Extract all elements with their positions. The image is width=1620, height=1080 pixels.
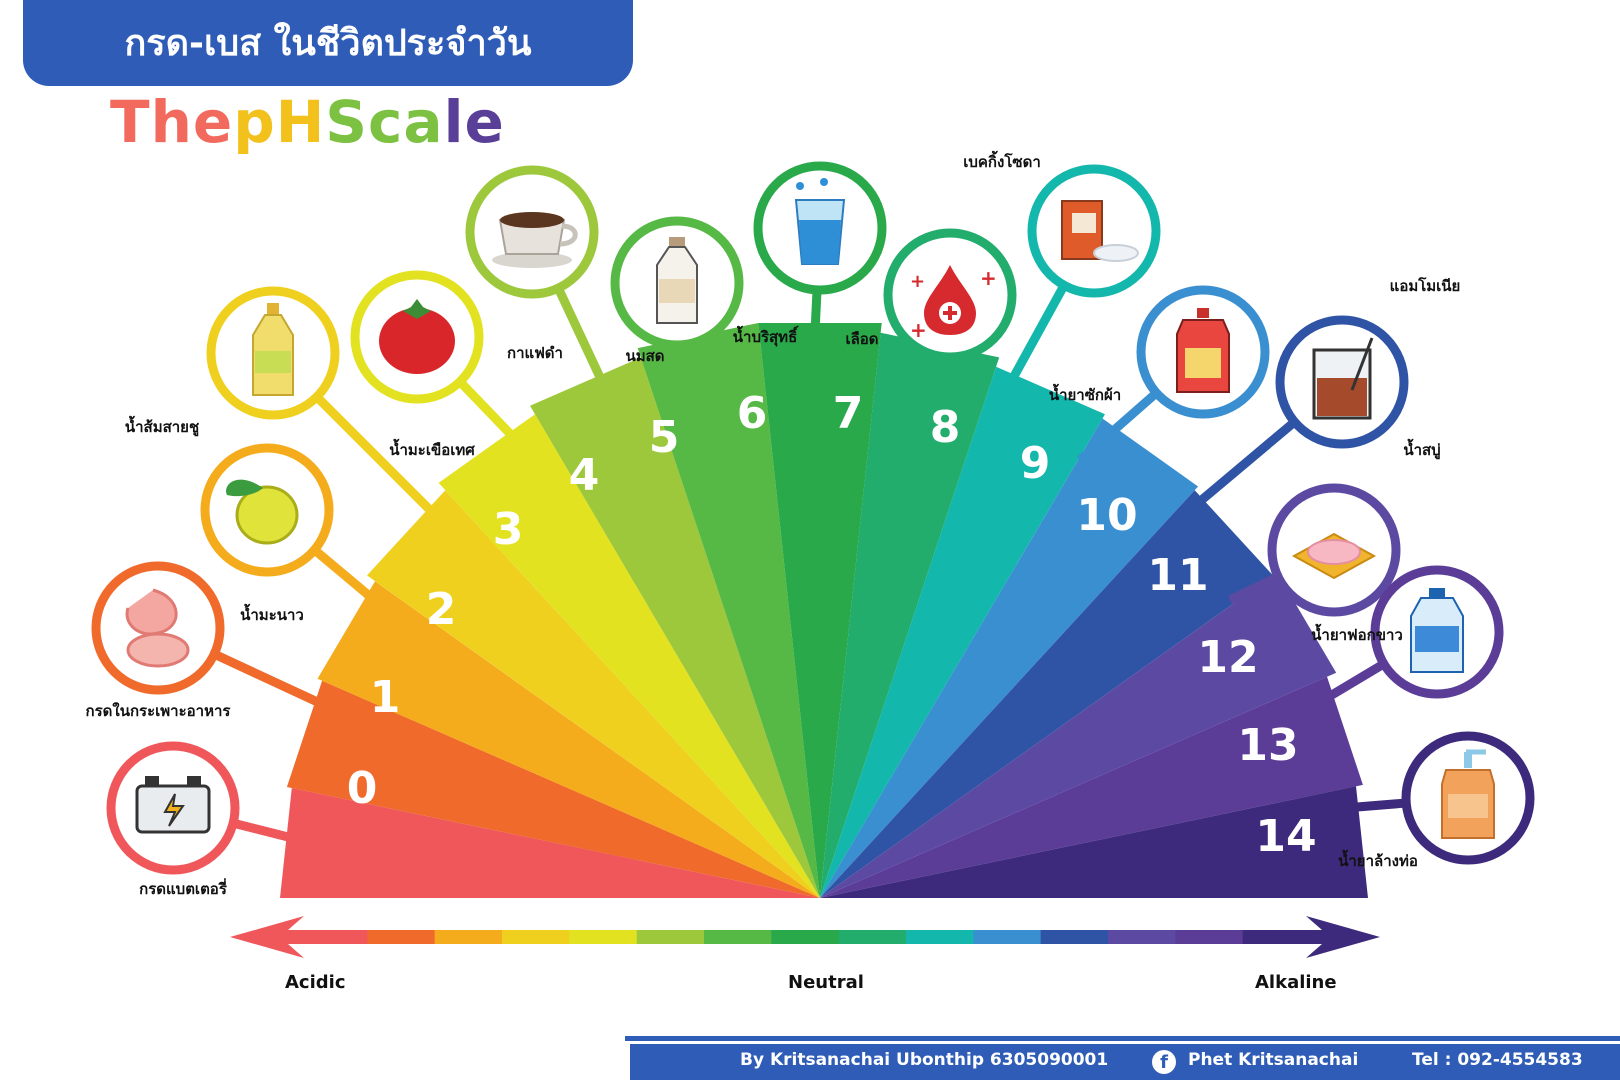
axis-segment-7 (771, 930, 840, 944)
ph-item-8: + + + (883, 228, 1017, 362)
acidic-label: Acidic (285, 972, 346, 993)
axis-segment-4 (569, 930, 638, 944)
item-label-4: น้ำมะเขือเทศ (389, 438, 475, 459)
ph-item-2 (200, 443, 334, 577)
neutral-label: Neutral (788, 972, 864, 993)
item-label-7: น้ำบริสุทธิ์ (733, 325, 799, 347)
svg-text:+: + (910, 271, 925, 292)
axis-segment-0 (300, 930, 368, 944)
ph-number-1: 1 (370, 672, 401, 723)
ph-fan-diagram: 012345 6 7 891011121314+ ++กรดแบตเตอรี่กรดใน… (0, 150, 1620, 958)
axis-segment-8 (838, 930, 907, 944)
item-label-1: กรดในกระเพาะอาหาร (86, 702, 232, 720)
ph-number-13: 13 (1237, 720, 1298, 771)
item-label-9: เบคกิ้งโซดา (963, 150, 1041, 171)
axis-segment-3 (502, 930, 570, 944)
ph-item-7 (753, 161, 887, 295)
ph-scale-infographic: กรด-เบส ในชีวิตประจำวัน The pH Scale 012… (0, 0, 1620, 1080)
bleach-bottle-icon (1410, 588, 1464, 673)
ph-item-11 (1275, 315, 1409, 449)
ph-number-7: 7 (833, 388, 864, 439)
ph-number-12: 12 (1197, 632, 1258, 683)
axis-segment-12 (1108, 930, 1176, 944)
item-label-13: น้ำยาฟอกขาว (1311, 623, 1403, 644)
ph-item-12 (1267, 483, 1401, 617)
svg-text:+: + (910, 318, 927, 342)
facebook-icon: f (1152, 1050, 1176, 1074)
axis-segment-6 (704, 930, 772, 944)
axis-segment-10 (973, 930, 1042, 944)
ph-item-0 (106, 741, 240, 875)
item-label-6: นมสด (625, 347, 664, 365)
alkaline-label: Alkaline (1255, 972, 1337, 993)
ph-number-2: 2 (426, 584, 457, 635)
axis-segment-9 (906, 930, 974, 944)
item-label-2: น้ำมะนาว (240, 603, 304, 624)
ph-number-8: 8 (930, 402, 961, 453)
footer-author: By Kritsanachai Ubonthip 6305090001 (740, 1050, 1109, 1070)
footer-stripe (625, 1036, 1620, 1041)
axis-segment-14 (1242, 930, 1311, 944)
axis-segment-2 (434, 930, 503, 944)
item-label-14: น้ำยาล้างท่อ (1338, 849, 1418, 870)
ph-number-0: 0 (347, 763, 378, 814)
axis-segment-13 (1175, 930, 1244, 944)
ph-number-4: 4 (569, 450, 600, 501)
ph-number-9: 9 (1020, 438, 1051, 489)
ph-item-3 (206, 286, 340, 420)
item-label-8: เลือด (845, 330, 878, 348)
ph-number-10: 10 (1076, 490, 1137, 541)
ph-item-5 (465, 165, 599, 299)
item-label-11: แอมโมเนีย (1390, 276, 1461, 295)
ph-item-10 (1136, 285, 1270, 419)
item-label-12: น้ำสบู่ (1403, 438, 1440, 460)
svg-text:+: + (980, 266, 997, 290)
ph-item-9 (1027, 164, 1161, 298)
item-label-5: กาแฟดำ (507, 344, 563, 362)
item-label-10: น้ำยาซักผ้า (1049, 383, 1121, 404)
ph-item-6 (610, 216, 744, 350)
ph-number-6: 6 (737, 388, 768, 439)
detergent-icon (1176, 308, 1230, 393)
item-label-3: น้ำส้มสายชู (125, 415, 199, 437)
ph-number-11: 11 (1147, 550, 1208, 601)
axis-segment-5 (636, 930, 705, 944)
ph-number-3: 3 (493, 504, 524, 555)
footer-phone: Tel : 092-4554583 (1412, 1050, 1583, 1070)
axis-segment-11 (1040, 930, 1109, 944)
ph-number-5: 5 (649, 412, 680, 463)
ph-item-14 (1401, 731, 1535, 865)
ph-item-1 (91, 561, 225, 695)
ph-item-4 (350, 270, 484, 404)
axis-segment-1 (367, 930, 436, 944)
footer-facebook[interactable]: Phet Kritsanachai (1188, 1050, 1358, 1070)
ph-number-14: 14 (1255, 811, 1316, 862)
beaker-icon (1312, 337, 1374, 420)
item-label-0: กรดแบตเตอรี่ (139, 878, 228, 898)
